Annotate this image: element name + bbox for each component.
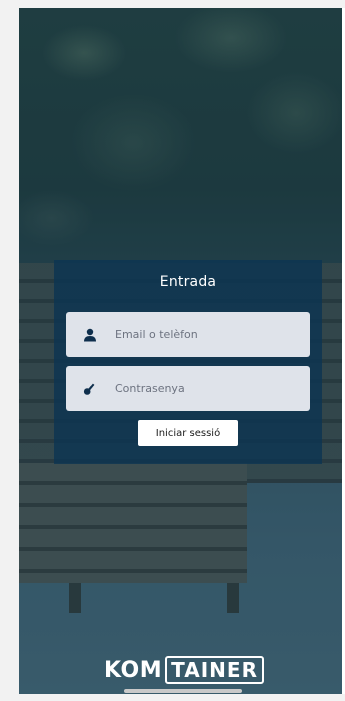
login-title: Entrada bbox=[159, 274, 217, 290]
app-screen: Entrada Iniciar sessió KOM bbox=[19, 8, 345, 694]
email-input[interactable] bbox=[115, 328, 295, 341]
logo-text-kom: KOM bbox=[104, 657, 163, 683]
user-icon bbox=[82, 327, 98, 343]
home-indicator[interactable] bbox=[124, 689, 242, 693]
password-field[interactable] bbox=[66, 366, 310, 411]
komtainer-logo: KOM TAINER bbox=[104, 656, 264, 684]
login-button[interactable]: Iniciar sessió bbox=[138, 420, 238, 446]
logo-text-tainer: TAINER bbox=[165, 656, 264, 684]
key-icon bbox=[82, 381, 98, 397]
login-card: Entrada Iniciar sessió bbox=[54, 260, 322, 464]
password-input[interactable] bbox=[115, 382, 295, 395]
email-field[interactable] bbox=[66, 312, 310, 357]
